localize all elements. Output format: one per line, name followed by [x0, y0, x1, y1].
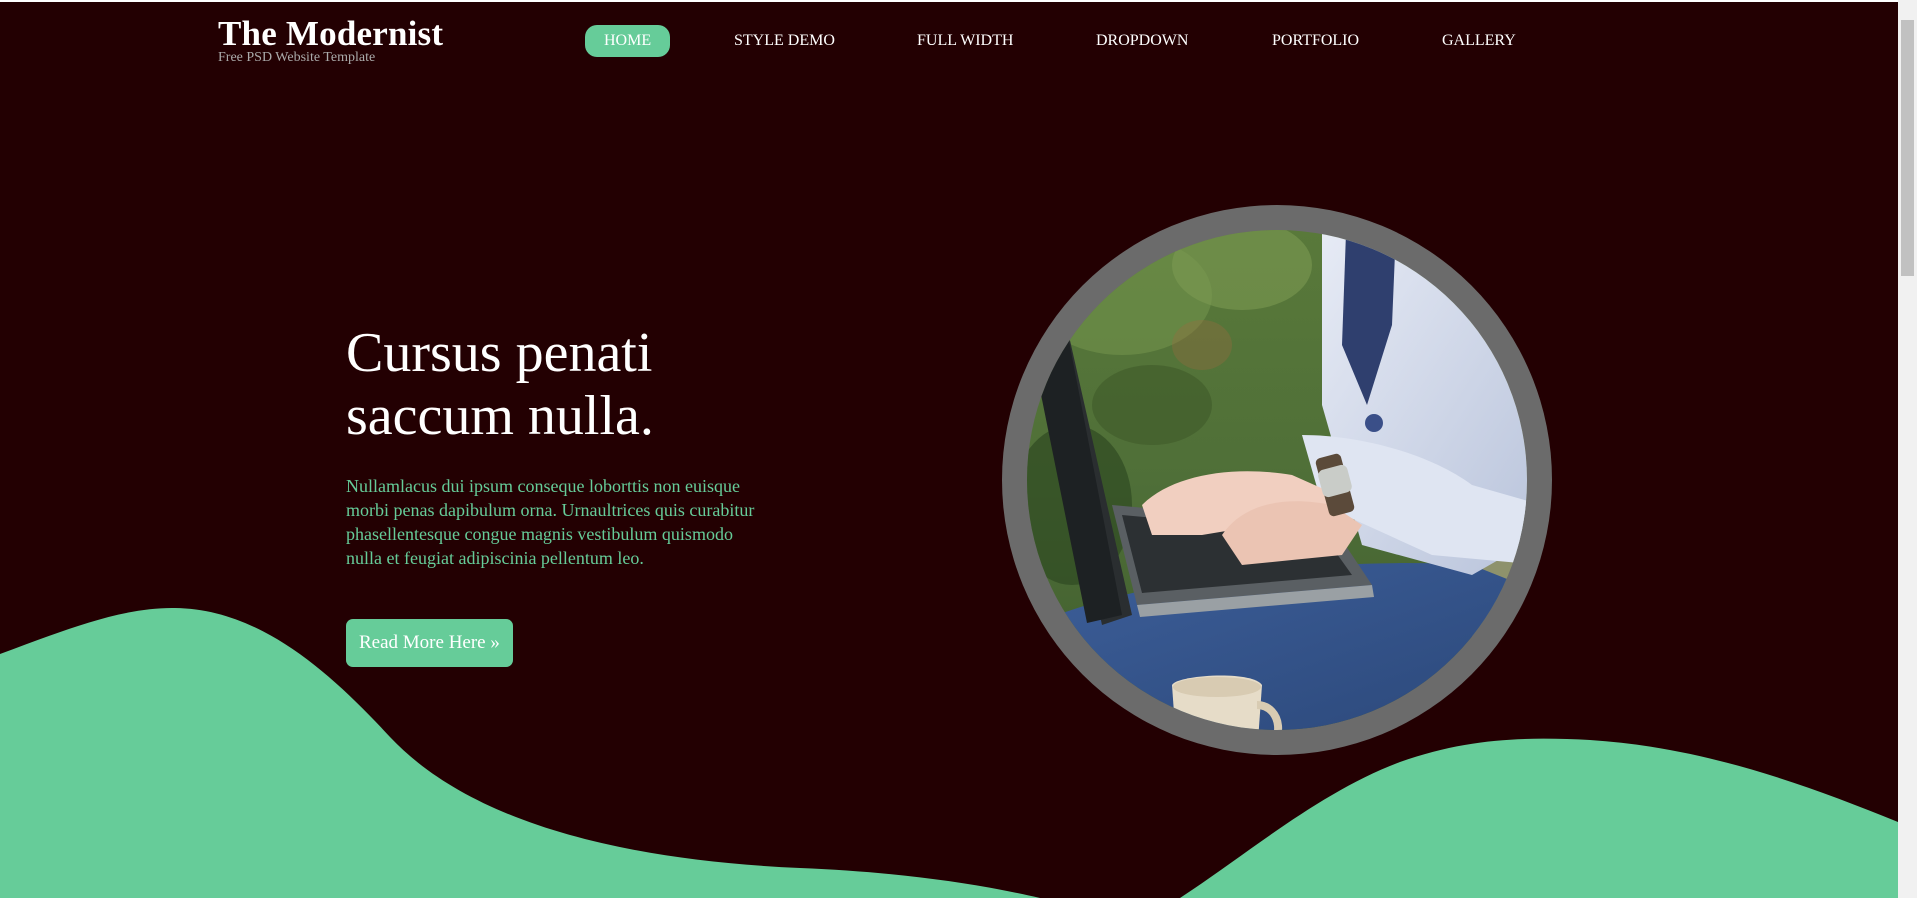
nav-item-portfolio[interactable]: PORTFOLIO [1272, 25, 1359, 57]
site-title[interactable]: The Modernist [218, 16, 443, 52]
hero-heading-line-2: saccum nulla. [346, 385, 654, 447]
hero-heading-line-1: Cursus penati [346, 322, 653, 384]
laptop-typing-photo [1002, 205, 1552, 755]
site-tagline: Free PSD Website Template [218, 50, 376, 65]
nav-item-style-demo[interactable]: STYLE DEMO [734, 25, 835, 57]
hero-description: Nullamlacus dui ipsum conseque loborttis… [346, 476, 755, 568]
nav-item-gallery[interactable]: GALLERY [1442, 25, 1516, 57]
hero-heading: Cursus penati saccum nulla. [346, 322, 806, 448]
scrollbar[interactable] [1898, 0, 1917, 898]
read-more-button[interactable]: Read More Here » [346, 619, 513, 667]
wave-decoration [0, 607, 1898, 898]
site-logo[interactable]: The Modernist Free PSD Website Template [218, 16, 443, 65]
nav-item-home[interactable]: HOME [585, 25, 671, 57]
page: The Modernist Free PSD Website Template … [0, 0, 1917, 898]
nav-item-full-width[interactable]: FULL WIDTH [917, 25, 1013, 57]
right-wave [1180, 738, 1898, 898]
nav-item-dropdown[interactable]: DROPDOWN [1096, 25, 1188, 57]
left-wave [0, 607, 1040, 898]
scrollbar-thumb[interactable] [1901, 20, 1914, 276]
hero-section: The Modernist Free PSD Website Template … [0, 2, 1898, 898]
